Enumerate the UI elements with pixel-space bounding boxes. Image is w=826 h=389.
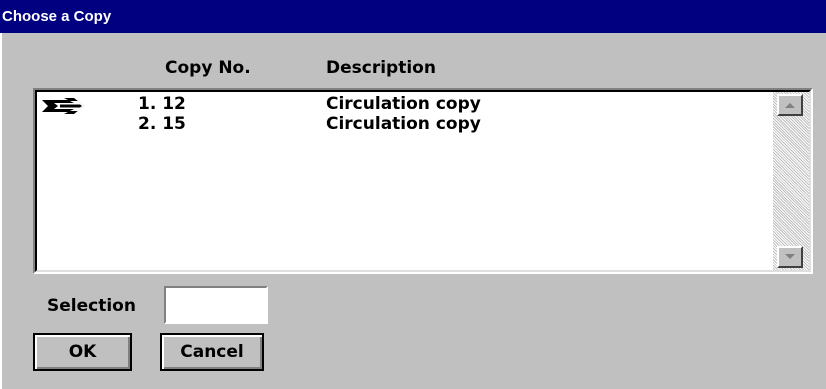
title-bar: Choose a Copy [0,0,826,33]
list-item[interactable]: 1. 12 Circulation copy [37,94,773,114]
selection-label: Selection [47,296,136,316]
list-item-copy-no: 2. 15 [138,114,186,134]
scroll-up-arrow-icon [785,103,795,108]
ok-button[interactable]: OK [33,333,132,371]
window-left-border [0,33,2,389]
list-item[interactable]: 2. 15 Circulation copy [37,114,773,134]
column-header-copy-no: Copy No. [165,58,251,78]
vertical-scrollbar[interactable] [773,92,809,270]
list-item-description: Circulation copy [326,94,481,114]
window-title: Choose a Copy [2,8,112,25]
scroll-up-button[interactable] [777,94,803,116]
right-arrow-pointer-icon [42,98,84,114]
list-item-description: Circulation copy [326,114,481,134]
list-item-copy-no: 1. 12 [138,94,186,114]
selection-input[interactable] [164,286,268,324]
scroll-down-arrow-icon [785,254,795,259]
scroll-down-button[interactable] [777,246,803,268]
copy-list[interactable]: 1. 12 Circulation copy 2. 15 Circulation… [37,92,773,270]
cancel-button[interactable]: Cancel [160,333,264,371]
column-header-description: Description [326,58,436,78]
